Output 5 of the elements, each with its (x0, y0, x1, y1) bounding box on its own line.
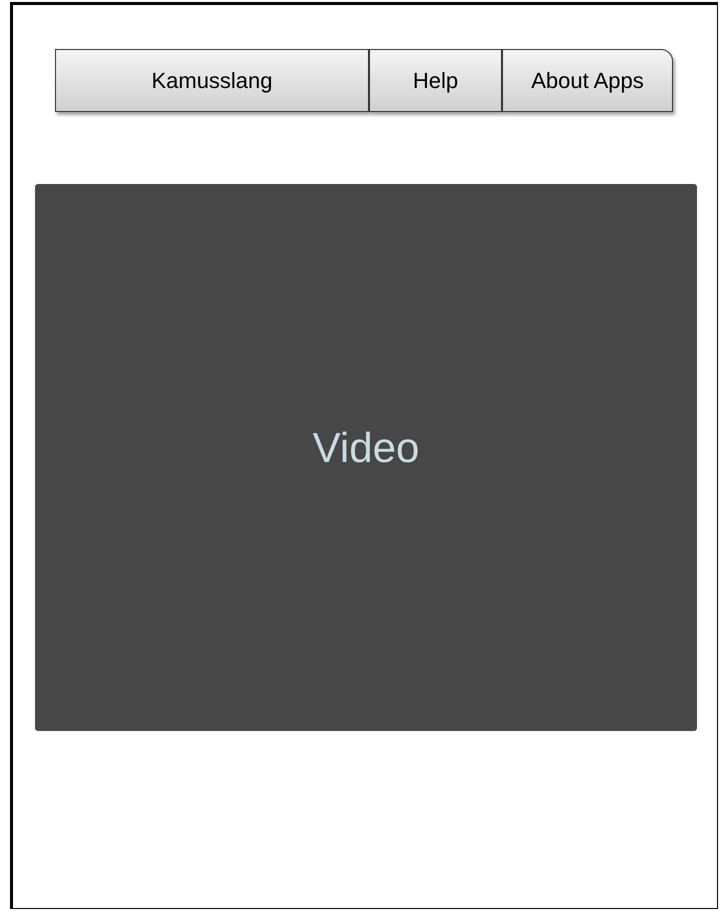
tab[interactable]: About Apps (502, 49, 673, 112)
tab[interactable]: Kamusslang (55, 49, 369, 112)
video-label: Video (312, 423, 420, 473)
video-placeholder[interactable]: Video (35, 184, 697, 731)
tab[interactable]: Help (369, 49, 502, 112)
